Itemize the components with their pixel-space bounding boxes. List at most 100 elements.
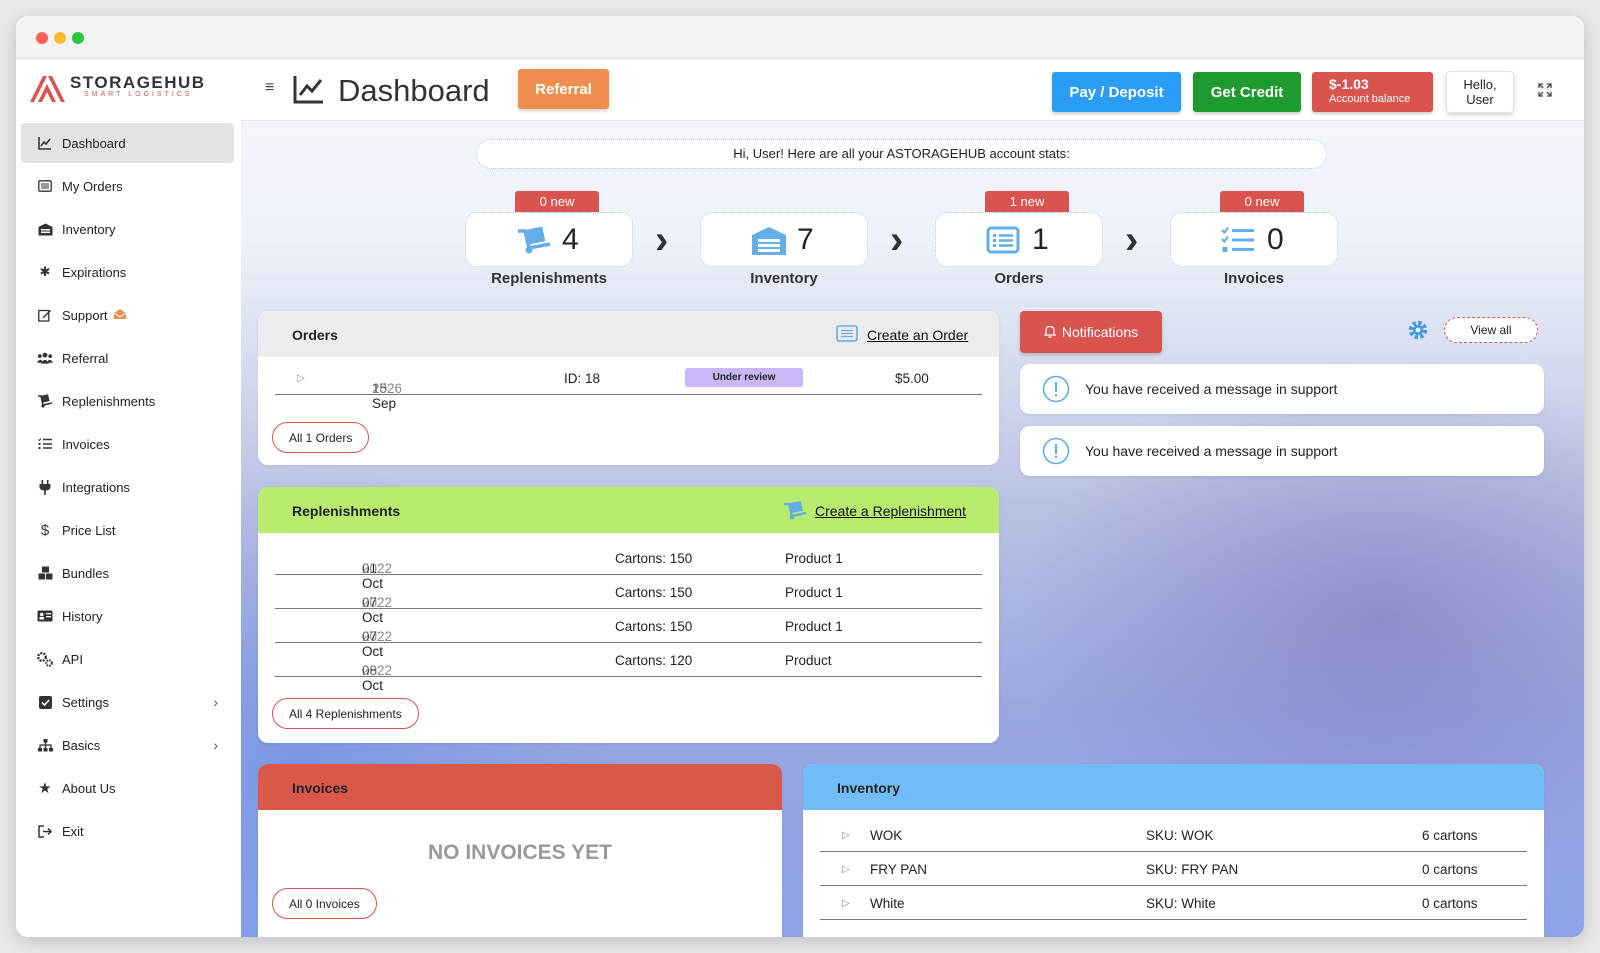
chevron-right-icon: › — [1125, 218, 1139, 262]
replenishment-date-year: 2022 — [362, 663, 393, 678]
notifications-label: Notifications — [1061, 324, 1139, 340]
sidebar-item-label: Bundles — [62, 565, 109, 581]
users-icon — [37, 350, 53, 366]
stat-label: Inventory — [750, 270, 818, 287]
hello-username: User — [1466, 92, 1494, 107]
maximize-window-button[interactable] — [72, 32, 84, 44]
account-balance[interactable]: $-1.03 Account balance — [1312, 72, 1433, 112]
list-icon — [986, 226, 1020, 259]
gear-icon[interactable] — [1407, 319, 1429, 346]
order-date-year: 2026 — [372, 381, 403, 396]
expand-row-icon[interactable]: ▷ — [297, 373, 305, 384]
replenishment-cartons: Cartons: 120 — [615, 653, 693, 668]
all-replenishments-button[interactable]: All 4 Replenishments — [272, 698, 419, 729]
sidebar-item-label: History — [62, 608, 103, 624]
all-orders-button[interactable]: All 1 Orders — [272, 422, 370, 453]
top-bar: ≡ Dashboard Referral Pay / Deposit Get C… — [241, 59, 1584, 121]
replenishment-date-year: 2022 — [362, 595, 393, 610]
stat-card-inventory[interactable]: 7 — [700, 212, 868, 267]
inventory-name: WOK — [870, 828, 903, 843]
balance-value: $-1.03 — [1329, 76, 1369, 92]
table-row[interactable]: 07 Oct 2022 Cartons: 150 Product 1 — [275, 609, 982, 659]
dolly-icon — [37, 393, 53, 409]
chevron-right-icon: › — [213, 737, 218, 753]
sidebar-item-about-us[interactable]: ★ About Us — [21, 768, 234, 808]
edit-icon — [37, 307, 53, 323]
orders-card: Orders Create an Order ▷ 15 Sep 2026 ID:… — [258, 311, 999, 465]
fullscreen-icon[interactable] — [1538, 83, 1552, 100]
stat-value: 0 — [1267, 223, 1284, 256]
referral-button[interactable]: Referral — [518, 69, 609, 109]
sidebar-item-settings[interactable]: Settings › — [21, 682, 234, 722]
sidebar-item-history[interactable]: History — [21, 596, 234, 636]
table-row[interactable]: 07 Oct 2022 Cartons: 150 Product 1 — [275, 575, 982, 625]
hello-greeting: Hello, — [1463, 77, 1497, 92]
sidebar-item-replenishments[interactable]: Replenishments — [21, 381, 234, 421]
sidebar-nav: Dashboard My Orders Inventory ✱ Expirati… — [21, 123, 234, 854]
replenishments-card: Replenishments Create a Replenishment 01… — [258, 487, 999, 743]
sidebar-item-exit[interactable]: Exit — [21, 811, 234, 851]
notifications-button[interactable]: Notifications — [1020, 311, 1162, 353]
notification-item[interactable]: You have received a message in support — [1020, 364, 1544, 414]
table-row[interactable]: ▷ 15 Sep 2026 ID: 18 Under review $5.00 — [275, 361, 982, 411]
inventory-card-title: Inventory — [837, 780, 901, 796]
stat-label: Orders — [994, 270, 1044, 287]
table-row[interactable]: 08 Oct 2022 Cartons: 120 Product — [275, 643, 982, 693]
orders-new-badge: 1 new — [985, 191, 1069, 212]
sidebar-item-bundles[interactable]: Bundles — [21, 553, 234, 593]
sidebar-item-label: Support — [62, 307, 108, 323]
list-icon — [37, 178, 53, 194]
inventory-sku: SKU: White — [1146, 896, 1216, 911]
stat-card-replenishments[interactable]: 4 — [465, 212, 633, 267]
sidebar-item-integrations[interactable]: Integrations — [21, 467, 234, 507]
list-check-icon — [37, 436, 53, 452]
replenishment-product: Product 1 — [785, 551, 843, 566]
replenishment-cartons: Cartons: 150 — [615, 619, 693, 634]
sidebar-item-api[interactable]: API — [21, 639, 234, 679]
sidebar-item-support[interactable]: Support — [21, 295, 234, 335]
user-menu-button[interactable]: Hello, User — [1446, 71, 1514, 113]
create-replenishment-link[interactable]: Create a Replenishment — [815, 503, 966, 519]
expand-row-icon[interactable]: ▷ — [842, 864, 850, 875]
minimize-window-button[interactable] — [54, 32, 66, 44]
sidebar-item-label: Invoices — [62, 436, 110, 452]
sidebar-item-inventory[interactable]: Inventory — [21, 209, 234, 249]
expand-row-icon[interactable]: ▷ — [842, 830, 850, 841]
empty-state-text: NO INVOICES YET — [428, 841, 612, 864]
expand-row-icon[interactable]: ▷ — [842, 898, 850, 909]
sidebar-item-invoices[interactable]: Invoices — [21, 424, 234, 464]
table-row[interactable]: ▷ FRY PAN SKU: FRY PAN 0 cartons — [820, 852, 1527, 886]
table-row[interactable]: ▷ WOK SKU: WOK 6 cartons — [820, 818, 1527, 852]
close-window-button[interactable] — [36, 32, 48, 44]
table-row[interactable]: 01 Oct 2022 Cartons: 150 Product 1 — [275, 541, 982, 591]
table-row[interactable]: ▷ White SKU: White 0 cartons — [820, 886, 1527, 920]
sidebar-item-dashboard[interactable]: Dashboard — [21, 123, 234, 163]
stat-card-orders[interactable]: 1 — [935, 212, 1103, 267]
view-all-notifications-button[interactable]: View all — [1444, 317, 1538, 343]
logo[interactable]: STORAGEHUB SMART LOGISTICS — [28, 73, 228, 105]
sidebar-item-price-list[interactable]: $ Price List — [21, 510, 234, 550]
get-credit-button[interactable]: Get Credit — [1193, 72, 1301, 112]
chart-line-icon — [293, 74, 325, 109]
create-order-link[interactable]: Create an Order — [867, 327, 968, 343]
orders-card-title: Orders — [292, 327, 338, 343]
stat-label: Invoices — [1223, 270, 1285, 287]
sidebar-item-referral[interactable]: Referral — [21, 338, 234, 378]
replenishment-product: Product 1 — [785, 619, 843, 634]
info-circle-icon — [1042, 437, 1070, 468]
stat-card-invoices[interactable]: 0 — [1170, 212, 1338, 267]
pay-deposit-button[interactable]: Pay / Deposit — [1052, 72, 1181, 112]
menu-toggle-icon[interactable]: ≡ — [265, 79, 274, 97]
sidebar-item-label: Price List — [62, 522, 116, 538]
sidebar-item-label: API — [62, 651, 83, 667]
sidebar-item-label: About Us — [62, 780, 116, 796]
sidebar: STORAGEHUB SMART LOGISTICS Dashboard My … — [16, 59, 241, 937]
brand-name: STORAGEHUB — [70, 73, 206, 92]
notification-text: You have received a message in support — [1085, 381, 1338, 397]
sidebar-item-my-orders[interactable]: My Orders — [21, 166, 234, 206]
all-invoices-button[interactable]: All 0 Invoices — [272, 888, 377, 919]
sidebar-item-basics[interactable]: Basics › — [21, 725, 234, 765]
notification-item[interactable]: You have received a message in support — [1020, 426, 1544, 476]
bell-icon — [1043, 324, 1062, 340]
sidebar-item-expirations[interactable]: ✱ Expirations — [21, 252, 234, 292]
